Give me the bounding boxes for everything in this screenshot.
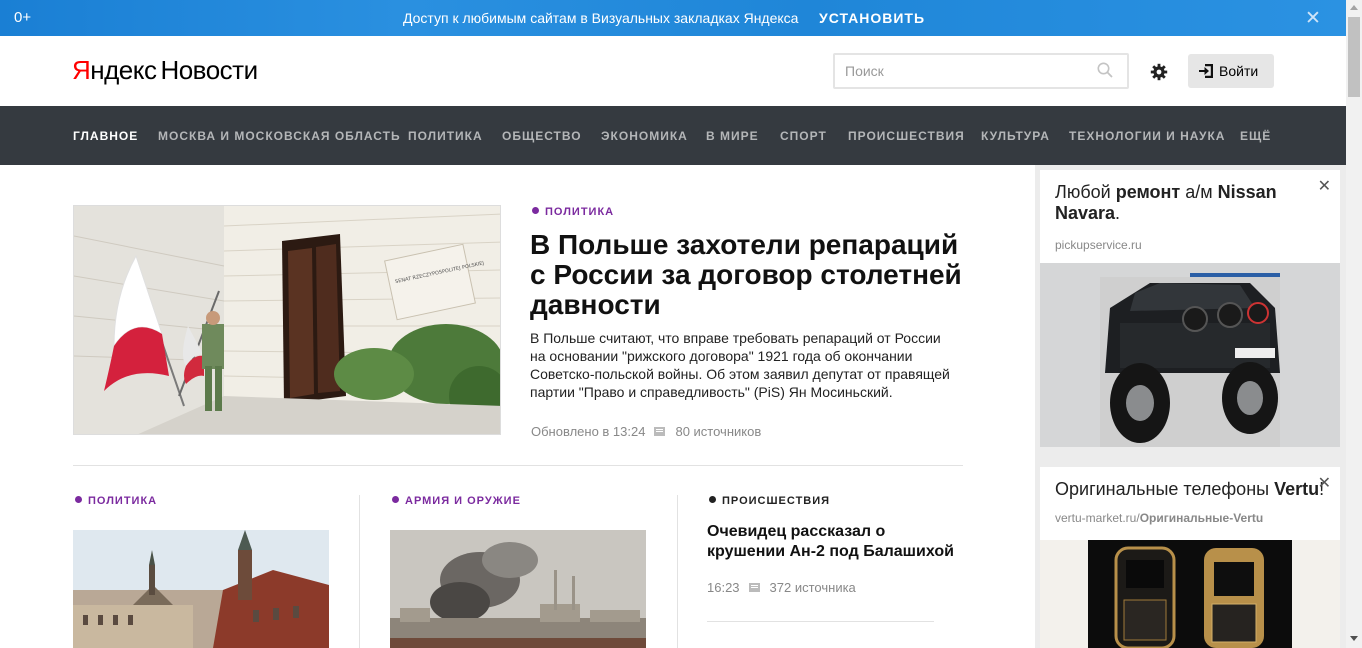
yandex-news-logo[interactable]: Яндекс Новости bbox=[72, 55, 258, 86]
header: ЯндексНовости Войти bbox=[0, 36, 1346, 106]
ad-domain[interactable]: vertu-market.ru/Оригинальные-Vertu bbox=[1055, 511, 1263, 525]
nav-item-politics[interactable]: ПОЛИТИКА bbox=[408, 129, 483, 143]
story-category-politics[interactable]: ПОЛИТИКА bbox=[75, 495, 157, 507]
nav-item-sport[interactable]: СПОРТ bbox=[780, 129, 827, 143]
nav-item-main[interactable]: ГЛАВНОЕ bbox=[73, 129, 138, 143]
story-image-smoke[interactable] bbox=[390, 530, 646, 648]
scrollbar-thumb[interactable] bbox=[1348, 17, 1360, 97]
nav-item-tech[interactable]: ТЕХНОЛОГИИ И НАУКА bbox=[1069, 129, 1225, 143]
gear-icon[interactable] bbox=[1150, 63, 1168, 81]
vertu-phones-photo bbox=[1040, 540, 1340, 648]
nav-item-incidents[interactable]: ПРОИСШЕСТВИЯ bbox=[848, 129, 965, 143]
login-icon bbox=[1199, 64, 1213, 78]
story-image-copenhagen[interactable] bbox=[73, 530, 329, 648]
ad-vertu[interactable]: Оригинальные телефоны Vertu! vertu-marke… bbox=[1040, 467, 1340, 648]
ad-image-nissan[interactable] bbox=[1040, 263, 1340, 447]
main-story-text[interactable]: В Польше считают, что вправе требовать р… bbox=[530, 329, 960, 401]
ad-column: Любой ремонт а/м Nissan Navara. pickupse… bbox=[1035, 165, 1346, 648]
close-icon[interactable]: ✕ bbox=[1305, 7, 1321, 30]
ad-nissan[interactable]: Любой ремонт а/м Nissan Navara. pickupse… bbox=[1040, 170, 1340, 447]
nav-item-more[interactable]: ЕЩЁ bbox=[1240, 129, 1271, 143]
search-box[interactable] bbox=[833, 53, 1129, 89]
ad-title[interactable]: Любой ремонт а/м Nissan Navara. bbox=[1055, 182, 1325, 224]
scroll-down-icon[interactable] bbox=[1350, 636, 1358, 641]
main-story-title[interactable]: В Польше захотели репараций с России за … bbox=[530, 230, 970, 320]
city-hall-photo bbox=[73, 530, 329, 648]
story-category-label: АРМИЯ И ОРУЖИЕ bbox=[405, 495, 521, 507]
nav-item-economy[interactable]: ЭКОНОМИКА bbox=[601, 129, 688, 143]
pickup-truck-photo bbox=[1040, 263, 1340, 447]
story-category-incidents[interactable]: ПРОИСШЕСТВИЯ bbox=[709, 495, 830, 507]
story-category-label: ПОЛИТИКА bbox=[88, 495, 158, 507]
nav-item-culture[interactable]: КУЛЬТУРА bbox=[981, 129, 1050, 143]
story-title-an2[interactable]: Очевидец рассказал о крушении Ан-2 под Б… bbox=[707, 522, 967, 562]
promo-bar: 0+ Доступ к любимым сайтам в Визуальных … bbox=[0, 0, 1346, 36]
main-story-category[interactable]: ПОЛИТИКА bbox=[532, 206, 614, 218]
nav-item-moscow[interactable]: МОСКВА И МОСКОВСКАЯ ОБЛАСТЬ bbox=[158, 129, 401, 143]
close-icon[interactable]: ✕ bbox=[1318, 176, 1331, 196]
smoke-city-photo bbox=[390, 530, 646, 648]
column-divider bbox=[359, 495, 360, 648]
search-icon[interactable] bbox=[1097, 62, 1113, 78]
nav-item-society[interactable]: ОБЩЕСТВО bbox=[502, 129, 582, 143]
close-icon[interactable]: ✕ bbox=[1318, 473, 1331, 493]
login-label: Войти bbox=[1219, 63, 1259, 79]
install-button[interactable]: УСТАНОВИТЬ bbox=[819, 10, 925, 26]
sources-icon bbox=[654, 427, 666, 436]
scroll-up-icon[interactable] bbox=[1350, 5, 1358, 10]
divider bbox=[73, 465, 963, 466]
ad-image-vertu[interactable] bbox=[1040, 540, 1340, 648]
story-meta: 16:23 372 источника bbox=[707, 580, 856, 595]
senate-building-photo: SENAT RZECZYPOSPOLITEJ POLSKIEJ bbox=[74, 206, 500, 434]
sources-icon bbox=[748, 583, 760, 592]
main-story-meta: Обновлено в 13:24 80 источников bbox=[531, 424, 761, 439]
category-dot-icon bbox=[392, 496, 399, 503]
category-nav: ГЛАВНОЕ МОСКВА И МОСКОВСКАЯ ОБЛАСТЬ ПОЛИ… bbox=[0, 106, 1346, 165]
promo-message[interactable]: Доступ к любимым сайтам в Визуальных зак… bbox=[403, 10, 798, 26]
story-category-army[interactable]: АРМИЯ И ОРУЖИЕ bbox=[392, 495, 521, 507]
category-dot-icon bbox=[75, 496, 82, 503]
column-divider bbox=[677, 495, 678, 648]
age-rating: 0+ bbox=[14, 9, 32, 26]
ad-title[interactable]: Оригинальные телефоны Vertu! bbox=[1055, 479, 1325, 500]
logo-news: Новости bbox=[160, 55, 258, 85]
ad-domain[interactable]: pickupservice.ru bbox=[1055, 238, 1142, 252]
story-category-label: ПРОИСШЕСТВИЯ bbox=[722, 495, 831, 507]
divider bbox=[707, 621, 934, 622]
main-story-updated: Обновлено в 13:24 bbox=[531, 424, 646, 439]
category-dot-icon bbox=[532, 207, 539, 214]
main-story-image[interactable]: SENAT RZECZYPOSPOLITEJ POLSKIEJ bbox=[73, 205, 501, 435]
login-button[interactable]: Войти bbox=[1188, 54, 1274, 88]
main-story-sources[interactable]: 80 источников bbox=[675, 424, 761, 439]
story-time: 16:23 bbox=[707, 580, 740, 595]
scrollbar[interactable] bbox=[1346, 0, 1362, 648]
story-sources[interactable]: 372 источника bbox=[770, 580, 856, 595]
main-story-category-label: ПОЛИТИКА bbox=[545, 206, 615, 218]
logo-ya: Я bbox=[72, 55, 91, 85]
category-dot-icon bbox=[709, 496, 716, 503]
logo-ndex: ндекс bbox=[90, 55, 157, 85]
nav-item-world[interactable]: В МИРЕ bbox=[706, 129, 759, 143]
search-input[interactable] bbox=[835, 55, 1075, 87]
